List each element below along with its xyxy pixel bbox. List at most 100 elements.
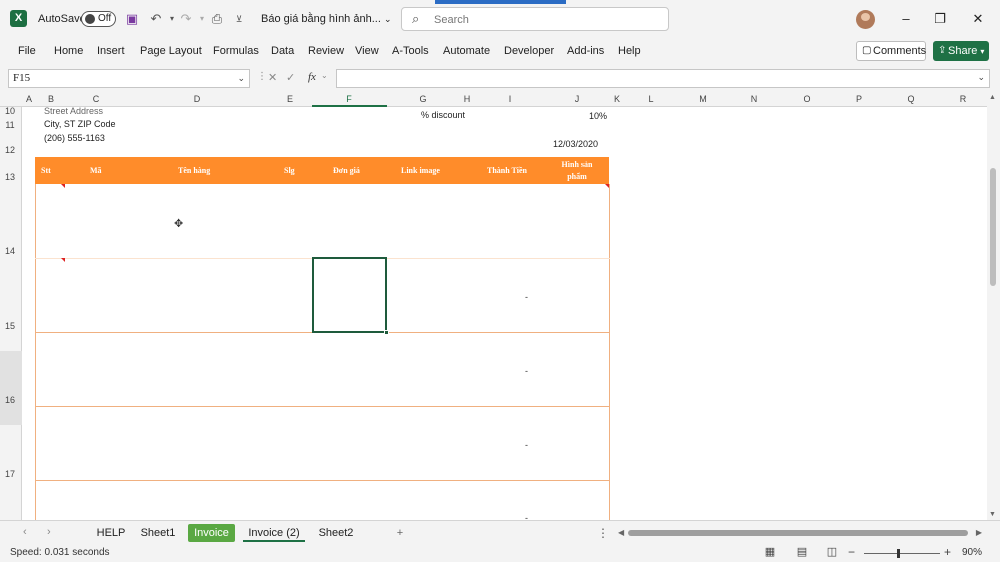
- expand-formula-icon[interactable]: ⌄: [977, 72, 985, 83]
- row-header[interactable]: 14: [0, 246, 20, 256]
- sheet-tab-help[interactable]: HELP: [90, 524, 132, 542]
- column-header[interactable]: G: [416, 94, 430, 104]
- next-sheet-icon[interactable]: ›: [47, 526, 51, 538]
- row-header[interactable]: 12: [0, 145, 20, 155]
- scroll-left-icon[interactable]: ◀: [618, 528, 624, 537]
- header-stt[interactable]: Stt: [41, 166, 51, 175]
- column-header[interactable]: D: [190, 94, 204, 104]
- row-header[interactable]: 13: [0, 172, 20, 182]
- comment-indicator-icon[interactable]: [61, 184, 65, 188]
- search-input[interactable]: ⌕ Search: [401, 7, 669, 31]
- share-button[interactable]: ⇪ Share ▾: [933, 41, 989, 61]
- column-header[interactable]: I: [503, 94, 517, 104]
- column-header[interactable]: M: [696, 94, 710, 104]
- sheet-tab-sheet1[interactable]: Sheet1: [136, 524, 180, 542]
- document-title[interactable]: Báo giá bằng hình ảnh... ⌄: [261, 13, 392, 25]
- amount-cell[interactable]: -: [525, 366, 528, 376]
- comment-indicator-icon[interactable]: [605, 184, 609, 188]
- column-header[interactable]: Q: [904, 94, 918, 104]
- confirm-entry-icon[interactable]: ✓: [286, 71, 295, 84]
- zoom-slider[interactable]: [864, 553, 940, 554]
- address-line-2[interactable]: City, ST ZIP Code: [44, 119, 116, 129]
- zoom-out-icon[interactable]: −: [848, 545, 855, 559]
- tab-insert[interactable]: Insert: [97, 45, 125, 57]
- discount-label[interactable]: % discount: [421, 110, 465, 120]
- more-sheets-icon[interactable]: ⋮: [597, 526, 609, 540]
- autosave-toggle[interactable]: Off: [81, 11, 116, 27]
- sheet-tab-sheet2[interactable]: Sheet2: [314, 524, 358, 542]
- insert-function-icon[interactable]: fx: [308, 71, 316, 83]
- column-header[interactable]: R: [956, 94, 970, 104]
- restore-icon[interactable]: ❐: [930, 10, 950, 28]
- header-link-image[interactable]: Link image: [401, 166, 440, 175]
- amount-cell[interactable]: -: [525, 513, 528, 520]
- tab-a-tools[interactable]: A-Tools: [392, 45, 429, 57]
- column-header-selected[interactable]: F: [342, 94, 356, 104]
- scroll-down-icon[interactable]: ▼: [989, 511, 996, 518]
- header-don-gia[interactable]: Đơn giá: [333, 166, 360, 175]
- column-header[interactable]: L: [644, 94, 658, 104]
- save-icon[interactable]: ▣: [124, 11, 140, 27]
- tab-developer[interactable]: Developer: [504, 45, 554, 57]
- column-header[interactable]: P: [852, 94, 866, 104]
- normal-view-icon[interactable]: ▦: [764, 546, 776, 558]
- sheet-tab-invoice[interactable]: Invoice: [188, 524, 235, 542]
- header-slg[interactable]: Slg: [284, 166, 295, 175]
- zoom-level[interactable]: 90%: [962, 547, 982, 558]
- redo-icon[interactable]: ↷: [178, 11, 194, 27]
- fill-handle[interactable]: [384, 330, 389, 335]
- column-header[interactable]: O: [800, 94, 814, 104]
- column-header[interactable]: E: [283, 94, 297, 104]
- prev-sheet-icon[interactable]: ‹: [23, 526, 27, 538]
- minimize-icon[interactable]: –: [896, 10, 916, 28]
- row-header[interactable]: 15: [0, 321, 20, 331]
- tab-home[interactable]: Home: [54, 45, 83, 57]
- undo-icon[interactable]: ↶: [148, 11, 164, 27]
- user-avatar[interactable]: [856, 10, 875, 29]
- vertical-scrollbar[interactable]: ▲ ▼: [987, 92, 1000, 520]
- formula-input[interactable]: ⌄: [336, 69, 990, 88]
- phone-number[interactable]: (206) 555-1163: [44, 133, 105, 143]
- row-header[interactable]: 10: [0, 106, 20, 116]
- amount-cell[interactable]: -: [525, 440, 528, 450]
- vertical-scroll-thumb[interactable]: [990, 168, 996, 286]
- page-break-view-icon[interactable]: ◫: [826, 546, 838, 558]
- customize-qat-icon[interactable]: ⊻: [231, 11, 247, 27]
- tab-add-ins[interactable]: Add-ins: [567, 45, 604, 57]
- name-box-dropdown-icon[interactable]: ⌄: [237, 70, 245, 87]
- invoice-date[interactable]: 12/03/2020: [553, 139, 598, 149]
- quick-print-icon[interactable]: ⎙: [209, 11, 225, 27]
- horizontal-scrollbar[interactable]: ◀ ▶: [618, 528, 982, 538]
- fx-dropdown-icon[interactable]: ⌄: [321, 71, 328, 80]
- tab-help[interactable]: Help: [618, 45, 641, 57]
- sheet-tab-invoice-2[interactable]: Invoice (2): [243, 524, 305, 542]
- tab-review[interactable]: Review: [308, 45, 344, 57]
- horizontal-scroll-thumb[interactable]: [628, 530, 968, 536]
- discount-value[interactable]: 10%: [589, 111, 607, 121]
- header-ma[interactable]: Mã: [90, 166, 102, 175]
- column-header[interactable]: H: [460, 94, 474, 104]
- scroll-right-icon[interactable]: ▶: [976, 528, 982, 537]
- page-layout-view-icon[interactable]: ▤: [796, 546, 808, 558]
- address-line-1[interactable]: Street Address: [44, 106, 103, 116]
- tab-view[interactable]: View: [355, 45, 379, 57]
- row-header[interactable]: 11: [0, 120, 20, 130]
- tab-file[interactable]: File: [18, 45, 36, 57]
- scroll-up-icon[interactable]: ▲: [989, 94, 996, 101]
- cancel-entry-icon[interactable]: ✕: [268, 71, 277, 84]
- close-icon[interactable]: ✕: [968, 10, 988, 28]
- column-header[interactable]: A: [22, 94, 36, 104]
- tab-automate[interactable]: Automate: [443, 45, 490, 57]
- worksheet-grid[interactable]: A B C D E F G H I J K L M N O P Q R 10 1…: [0, 92, 1000, 520]
- header-hinh-san-pham[interactable]: Hình sản phẩm: [555, 159, 599, 183]
- tab-page-layout[interactable]: Page Layout: [140, 45, 202, 57]
- column-header[interactable]: C: [89, 94, 103, 104]
- comment-indicator-icon[interactable]: [61, 258, 65, 262]
- amount-cell[interactable]: -: [525, 292, 528, 302]
- row-header[interactable]: 16: [0, 395, 20, 405]
- zoom-slider-knob[interactable]: [897, 549, 900, 558]
- column-header[interactable]: J: [570, 94, 584, 104]
- column-header[interactable]: N: [747, 94, 761, 104]
- header-thanh-tien[interactable]: Thành Tiền: [487, 166, 527, 175]
- new-sheet-icon[interactable]: +: [394, 524, 406, 542]
